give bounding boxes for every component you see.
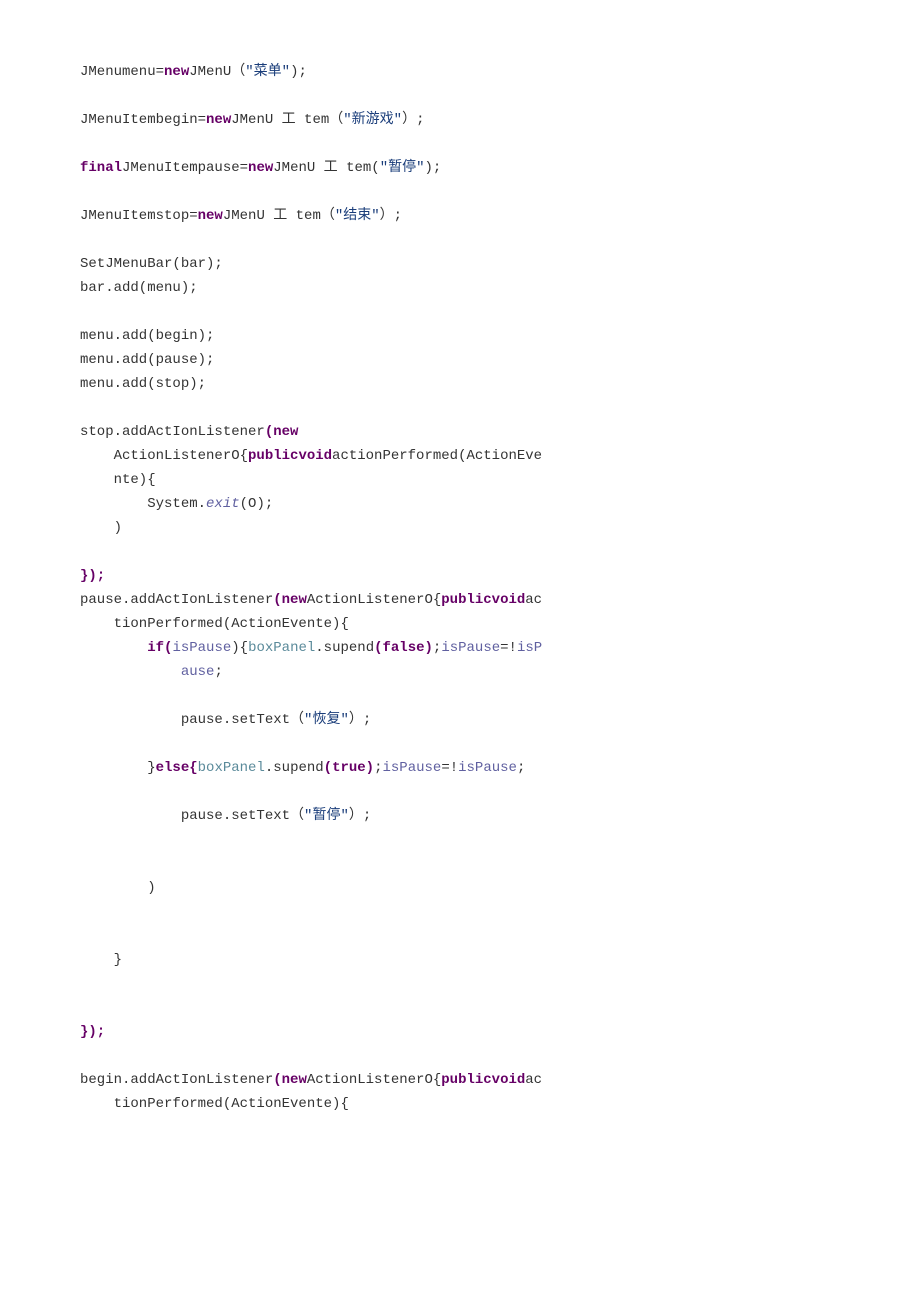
code-line: bar.add(menu); xyxy=(80,280,198,296)
code-line: menu.add(stop); xyxy=(80,376,206,392)
code-line: }); xyxy=(80,1024,105,1040)
code-line: begin.addActIonListener(newActionListene… xyxy=(80,1072,542,1088)
code-line: } xyxy=(80,952,122,968)
code-line: JMenuItemstop=newJMenU 工 tem（"结束"）; xyxy=(80,208,402,224)
code-line: stop.addActIonListener(new xyxy=(80,424,298,440)
code-line: pause.addActIonListener(newActionListene… xyxy=(80,592,542,608)
code-line: tionPerformed(ActionEvente){ xyxy=(80,616,349,632)
code-line: if(isPause){boxPanel.supend(false);isPau… xyxy=(80,640,542,656)
code-line: System.exit(O); xyxy=(80,496,273,512)
code-line: pause.setText（"恢复"）; xyxy=(80,712,371,728)
code-line: ) xyxy=(80,880,156,896)
code-line: finalJMenuItempause=newJMenU 工 tem("暂停")… xyxy=(80,160,441,176)
code-line: JMenumenu=newJMenU（"菜单"); xyxy=(80,64,307,80)
code-line: pause.setText（"暂停"）; xyxy=(80,808,371,824)
code-line: }); xyxy=(80,568,105,584)
code-line: ause; xyxy=(80,664,223,680)
code-content: JMenumenu=newJMenU（"菜单"); JMenuItembegin… xyxy=(80,60,840,1116)
code-line: }else{boxPanel.supend(true);isPause=!isP… xyxy=(80,760,525,776)
code-line: menu.add(pause); xyxy=(80,352,214,368)
code-line: tionPerformed(ActionEvente){ xyxy=(80,1096,349,1112)
code-line: SetJMenuBar(bar); xyxy=(80,256,223,272)
code-line: nte){ xyxy=(80,472,156,488)
code-line: ) xyxy=(80,520,122,536)
code-line: ActionListenerO{publicvoidactionPerforme… xyxy=(80,448,542,464)
code-line: JMenuItembegin=newJMenU 工 tem（"新游戏"）; xyxy=(80,112,424,128)
code-line: menu.add(begin); xyxy=(80,328,214,344)
